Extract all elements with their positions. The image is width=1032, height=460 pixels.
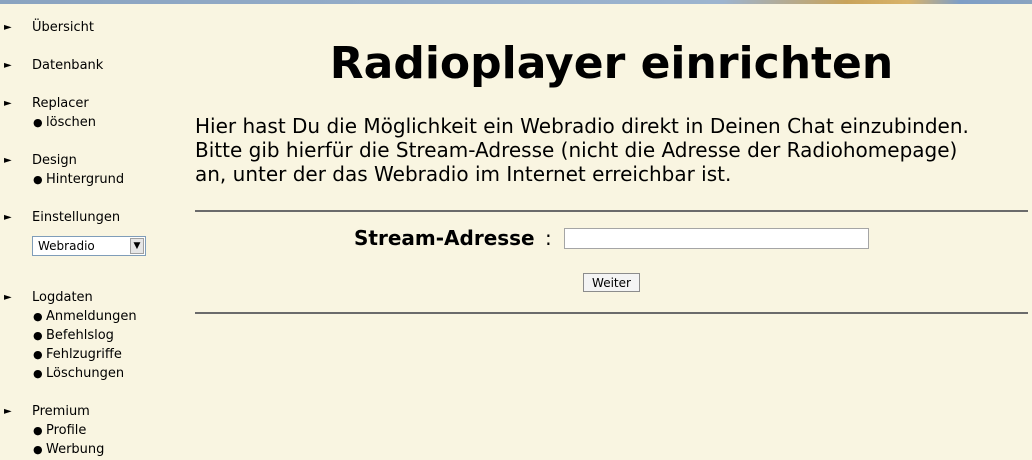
nav-link-uebersicht[interactable]: Übersicht bbox=[32, 18, 94, 37]
bullet-icon: ● bbox=[33, 443, 43, 456]
nav-link-replacer[interactable]: Replacer bbox=[32, 94, 89, 113]
intro-line-3: an, unter der das Webradio im Internet e… bbox=[195, 162, 732, 186]
bullet-icon: ● bbox=[33, 424, 43, 437]
nav-link-premium[interactable]: Premium bbox=[32, 402, 90, 421]
bullet-icon: ● bbox=[33, 116, 43, 129]
nav-link-loeschungen[interactable]: Löschungen bbox=[46, 364, 124, 383]
nav-link-datenbank[interactable]: Datenbank bbox=[32, 56, 103, 75]
arrow-right-icon: ► bbox=[4, 406, 12, 417]
stream-address-label: Stream-Adresse bbox=[354, 226, 535, 250]
nav-link-fehlzugriffe[interactable]: Fehlzugriffe bbox=[46, 345, 122, 364]
page-title: Radioplayer einrichten bbox=[329, 38, 894, 89]
arrow-right-icon: ► bbox=[4, 22, 12, 33]
nav-link-replacer-loeschen[interactable]: löschen bbox=[46, 113, 96, 132]
chevron-down-icon[interactable]: ▼ bbox=[130, 238, 144, 254]
settings-select-value: Webradio bbox=[38, 239, 95, 253]
arrow-right-icon: ► bbox=[4, 60, 12, 71]
divider-bottom bbox=[195, 312, 1028, 314]
arrow-right-icon: ► bbox=[4, 292, 12, 303]
sidebar-nav: ► Übersicht ► Datenbank ► Replacer ● lös… bbox=[0, 0, 180, 460]
nav-link-profile[interactable]: Profile bbox=[46, 421, 86, 440]
settings-select[interactable]: Webradio ▼ bbox=[32, 236, 146, 256]
arrow-right-icon: ► bbox=[4, 212, 12, 223]
intro-text: Hier hast Du die Möglichkeit ein Webradi… bbox=[195, 114, 1028, 186]
nav-link-werbung[interactable]: Werbung bbox=[46, 440, 104, 459]
arrow-right-icon: ► bbox=[4, 98, 12, 109]
stream-address-input[interactable] bbox=[564, 228, 869, 249]
nav-link-hintergrund[interactable]: Hintergrund bbox=[46, 170, 124, 189]
weiter-button[interactable]: Weiter bbox=[583, 273, 640, 292]
divider-top bbox=[195, 210, 1028, 212]
nav-link-befehlslog[interactable]: Befehlslog bbox=[46, 326, 114, 345]
bullet-icon: ● bbox=[33, 310, 43, 323]
bullet-icon: ● bbox=[33, 173, 43, 186]
intro-line-2: Bitte gib hierfür die Stream-Adresse (ni… bbox=[195, 138, 958, 162]
bullet-icon: ● bbox=[33, 367, 43, 380]
stream-address-colon: : bbox=[545, 226, 552, 250]
nav-link-anmeldungen[interactable]: Anmeldungen bbox=[46, 307, 137, 326]
intro-line-1: Hier hast Du die Möglichkeit ein Webradi… bbox=[195, 114, 969, 138]
nav-link-design[interactable]: Design bbox=[32, 151, 77, 170]
bullet-icon: ● bbox=[33, 329, 43, 342]
nav-link-einstellungen[interactable]: Einstellungen bbox=[32, 208, 120, 227]
nav-link-logdaten[interactable]: Logdaten bbox=[32, 288, 93, 307]
bullet-icon: ● bbox=[33, 348, 43, 361]
arrow-right-icon: ► bbox=[4, 155, 12, 166]
